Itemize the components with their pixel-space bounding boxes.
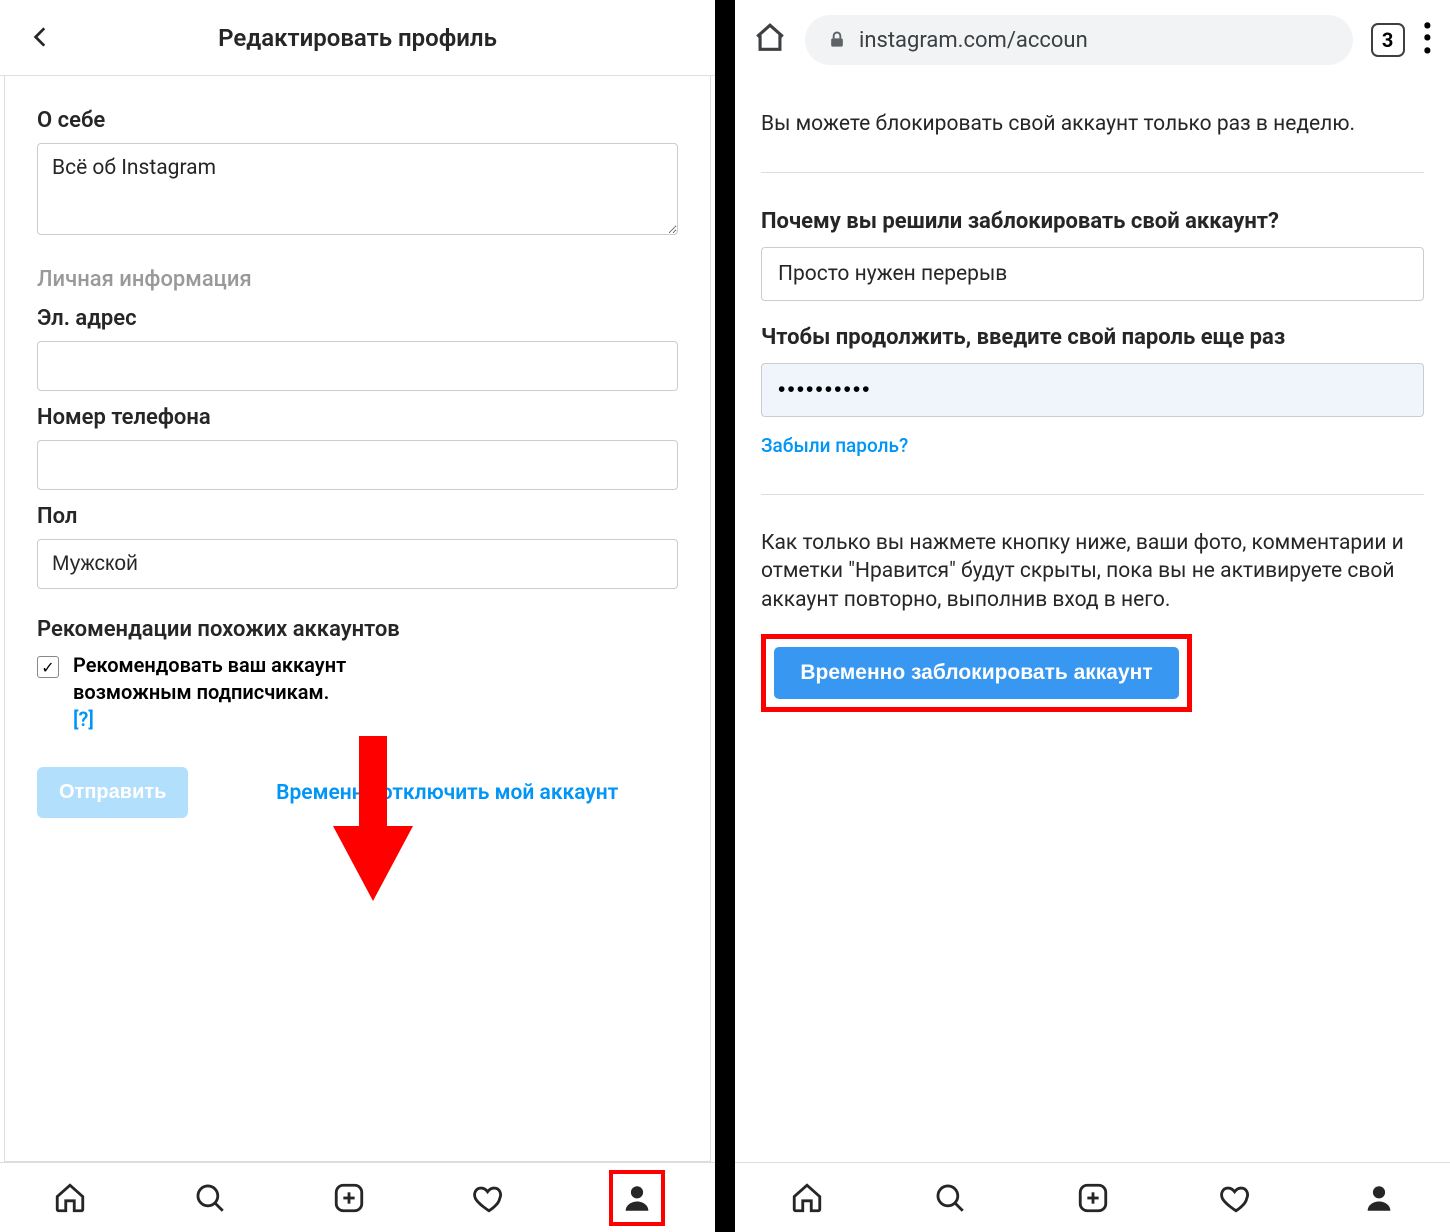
disable-account-page: Вы можете блокировать свой аккаунт тольк… (735, 80, 1450, 1162)
forgot-password-link[interactable]: Забыли пароль? (761, 433, 908, 459)
disable-notice: Вы можете блокировать свой аккаунт тольк… (761, 110, 1424, 138)
nav-profile-icon[interactable] (1359, 1178, 1399, 1218)
block-button-highlight: Временно заблокировать аккаунт (761, 634, 1192, 712)
bottom-nav-right (735, 1162, 1450, 1232)
recommendations-heading: Рекомендации похожих аккаунтов (37, 617, 678, 642)
password-field[interactable] (761, 363, 1424, 417)
back-icon[interactable] (28, 17, 54, 59)
lock-icon (827, 30, 847, 50)
browser-menu-icon[interactable]: ••• (1423, 23, 1432, 56)
address-text: instagram.com/accoun (859, 28, 1088, 53)
email-label: Эл. адрес (37, 306, 678, 331)
action-row: Отправить Временно отключить мой аккаунт (37, 767, 678, 818)
edit-profile-form: О себе Всё об Instagram Личная информаци… (4, 76, 711, 1162)
submit-button[interactable]: Отправить (37, 767, 188, 818)
recommend-label: Рекомендовать ваш аккаунт возможным подп… (73, 653, 346, 704)
attention-arrow-icon (333, 736, 413, 906)
gender-field[interactable] (37, 539, 678, 589)
address-bar[interactable]: instagram.com/accoun (805, 15, 1353, 65)
recommend-text: Рекомендовать ваш аккаунт возможным подп… (73, 652, 353, 733)
divider-1 (761, 172, 1424, 173)
about-textarea[interactable]: Всё об Instagram (37, 143, 678, 235)
block-account-button[interactable]: Временно заблокировать аккаунт (774, 647, 1179, 699)
nav-activity-icon[interactable] (469, 1178, 509, 1218)
reason-select[interactable]: Просто нужен перерыв (761, 247, 1424, 301)
nav-activity-icon[interactable] (1216, 1178, 1256, 1218)
nav-search-icon[interactable] (190, 1178, 230, 1218)
divider-2 (761, 494, 1424, 495)
nav-home-icon[interactable] (787, 1178, 827, 1218)
edit-profile-header: Редактировать профиль (0, 0, 715, 76)
bottom-nav (0, 1162, 715, 1232)
tab-count-value: 3 (1382, 28, 1393, 52)
password-label: Чтобы продолжить, введите свой пароль ещ… (761, 323, 1424, 353)
browser-toolbar: instagram.com/accoun 3 ••• (735, 0, 1450, 80)
disable-account-link[interactable]: Временно отключить мой аккаунт (216, 781, 678, 805)
browser-home-icon[interactable] (753, 21, 787, 59)
reason-value: Просто нужен перерыв (778, 260, 1007, 288)
tab-count-button[interactable]: 3 (1371, 23, 1405, 57)
edit-profile-panel: Редактировать профиль О себе Всё об Inst… (0, 0, 715, 1232)
nav-home-icon[interactable] (50, 1178, 90, 1218)
gender-label: Пол (37, 504, 678, 529)
recommend-help-link[interactable]: [?] (73, 707, 94, 731)
recommend-checkbox-row: ✓ Рекомендовать ваш аккаунт возможным по… (37, 652, 678, 733)
browser-panel: instagram.com/accoun 3 ••• Вы можете бло… (735, 0, 1450, 1232)
page-title: Редактировать профиль (0, 24, 715, 52)
phone-label: Номер телефона (37, 405, 678, 430)
personal-info-label: Личная информация (37, 267, 678, 292)
nav-search-icon[interactable] (930, 1178, 970, 1218)
nav-add-icon[interactable] (329, 1178, 369, 1218)
nav-profile-icon[interactable] (609, 1170, 665, 1226)
disable-explain: Как только вы нажмете кнопку ниже, ваши … (761, 529, 1424, 614)
recommend-checkbox[interactable]: ✓ (37, 656, 59, 678)
email-field[interactable] (37, 341, 678, 391)
nav-add-icon[interactable] (1073, 1178, 1113, 1218)
phone-field[interactable] (37, 440, 678, 490)
panel-divider (715, 0, 735, 1232)
about-label: О себе (37, 108, 678, 133)
reason-label: Почему вы решили заблокировать свой акка… (761, 207, 1424, 237)
